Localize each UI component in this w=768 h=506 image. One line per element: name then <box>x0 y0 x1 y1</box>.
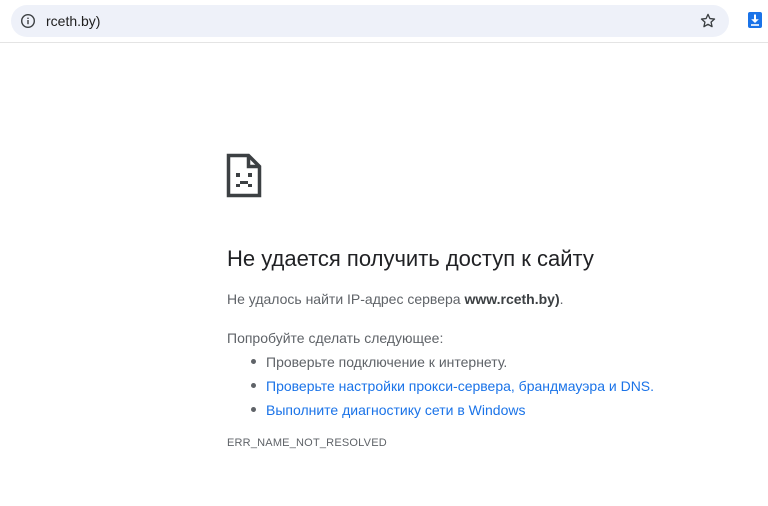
error-message: Не удалось найти IP-адрес сервера www.rc… <box>227 289 564 309</box>
suggestion-network-diagnostics: Выполните диагностику сети в Windows <box>227 398 654 422</box>
error-code: ERR_NAME_NOT_RESOLVED <box>227 437 387 449</box>
suggestion-text: Проверьте подключение к интернету. <box>266 354 508 370</box>
suggestions-list: Проверьте подключение к интернету. Прове… <box>227 350 654 422</box>
download-icon[interactable] <box>745 10 765 30</box>
star-icon[interactable] <box>699 12 717 30</box>
browser-toolbar: rceth.by) <box>0 0 768 43</box>
suggestions-title: Попробуйте сделать следующее: <box>227 330 444 346</box>
network-diagnostics-link[interactable]: Выполните диагностику сети в Windows <box>266 402 525 418</box>
address-bar[interactable]: rceth.by) <box>11 5 729 37</box>
sad-page-icon <box>226 153 262 198</box>
url-text[interactable]: rceth.by) <box>46 12 100 30</box>
error-heading: Не удается получить доступ к сайту <box>227 246 594 271</box>
error-message-prefix: Не удалось найти IP-адрес сервера <box>227 291 465 307</box>
proxy-settings-link[interactable]: Проверьте настройки прокси-сервера, бран… <box>266 378 654 394</box>
error-message-suffix: . <box>559 291 564 307</box>
suggestion-check-connection: Проверьте подключение к интернету. <box>227 350 654 374</box>
info-icon[interactable] <box>20 13 36 29</box>
suggestion-check-proxy: Проверьте настройки прокси-сервера, бран… <box>227 374 654 398</box>
server-name: www.rceth.by) <box>464 291 560 307</box>
